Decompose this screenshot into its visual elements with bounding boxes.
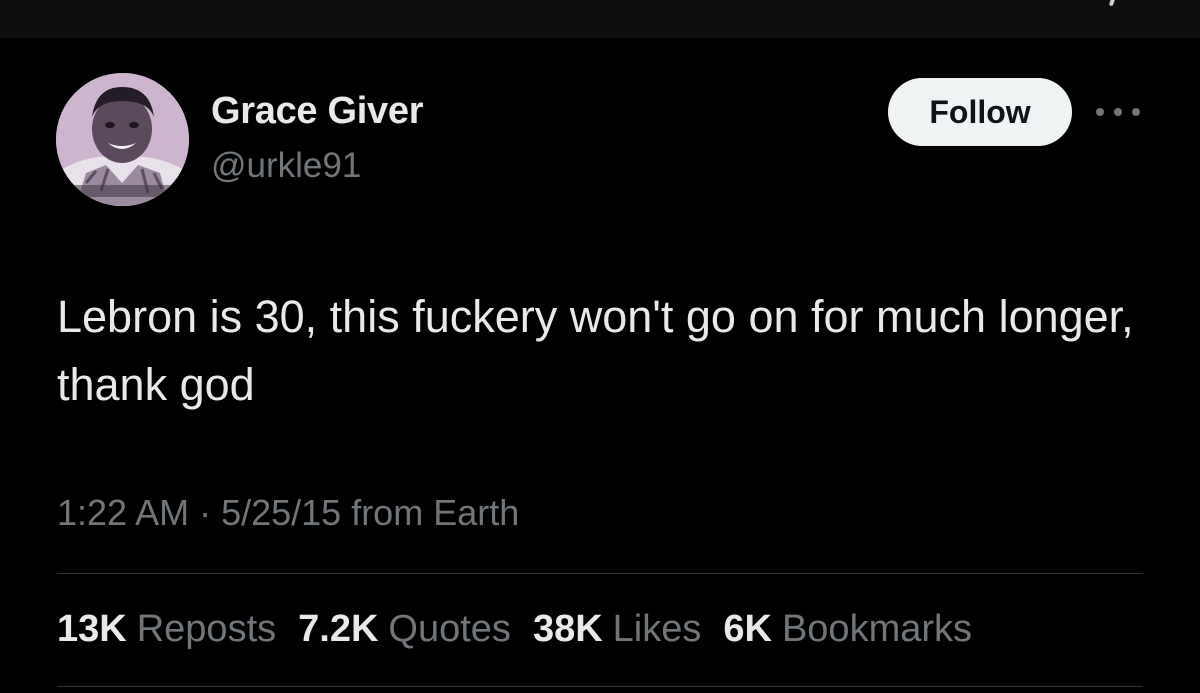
status-indicator <box>1108 0 1116 7</box>
stat-bookmarks[interactable]: 6K Bookmarks <box>723 608 972 651</box>
avatar-photo <box>56 73 189 206</box>
author-name[interactable]: Grace Giver <box>211 90 423 133</box>
avatar[interactable] <box>56 73 189 206</box>
divider <box>57 573 1143 574</box>
stat-count: 38K <box>532 608 603 650</box>
engagement-stats: 13K Reposts 7.2K Quotes 38K Likes 6K Boo… <box>57 608 994 651</box>
stat-likes[interactable]: 38K Likes <box>533 608 701 651</box>
stat-quotes[interactable]: 7.2K Quotes <box>298 608 511 651</box>
stat-count: 6K <box>723 608 772 650</box>
stat-count: 7.2K <box>298 608 379 650</box>
tweet-timestamp[interactable]: 1:22 AM · 5/25/15 from Earth <box>57 492 519 534</box>
divider <box>57 686 1143 687</box>
dot <box>1132 108 1140 116</box>
more-dots-icon[interactable] <box>1096 100 1140 124</box>
stat-count: 13K <box>57 608 127 650</box>
stat-label: Reposts <box>136 608 277 650</box>
follow-button[interactable]: Follow <box>888 78 1072 146</box>
stat-label: Quotes <box>388 608 511 650</box>
stat-label: Likes <box>612 608 702 650</box>
dot <box>1114 108 1122 116</box>
stat-reposts[interactable]: 13K Reposts <box>57 608 276 651</box>
dot <box>1096 108 1104 116</box>
tweet-text: Lebron is 30, this fuckery won't go on f… <box>57 291 1134 410</box>
author-handle[interactable]: @urkle91 <box>211 146 361 186</box>
stat-label: Bookmarks <box>781 608 973 650</box>
top-bar <box>0 0 1200 38</box>
